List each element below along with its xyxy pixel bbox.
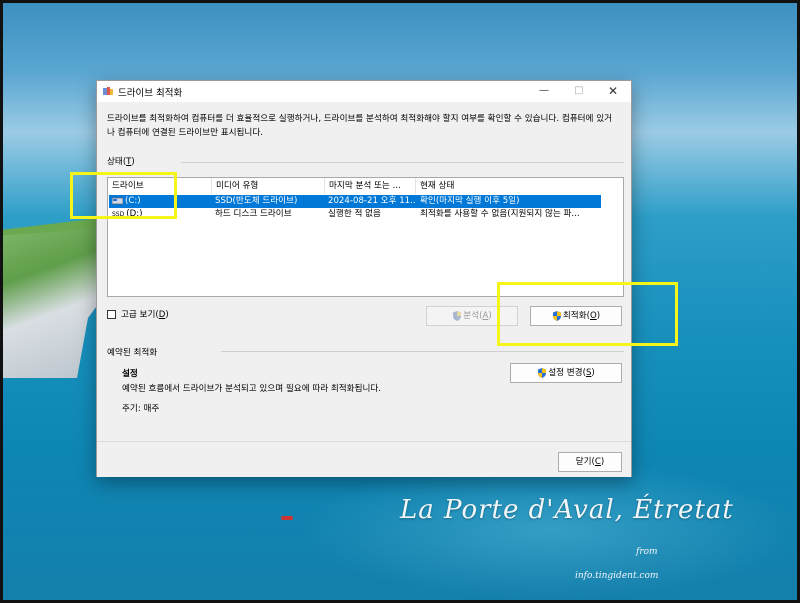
column-last-run[interactable]: 마지막 분석 또는 ... [325, 178, 416, 194]
uac-shield-icon [552, 310, 561, 321]
drive-name: (C:) [125, 196, 141, 206]
minimize-button[interactable]: — [527, 81, 561, 102]
drive-cell: (C:) [112, 195, 208, 208]
uac-shield-icon [538, 367, 547, 378]
change-settings-end: ) [591, 368, 595, 378]
advanced-view-end: ) [165, 310, 169, 320]
scheduled-divider [221, 351, 624, 352]
optimize-key: O [589, 311, 597, 321]
drives-list-header: 드라이브 미디어 유형 마지막 분석 또는 ... 현재 상태 [108, 178, 623, 194]
column-current-status[interactable]: 현재 상태 [416, 178, 623, 194]
drive-icon [112, 197, 123, 204]
maximize-button[interactable]: □ [562, 81, 596, 102]
table-row[interactable]: SSD (D:) 하드 디스크 드라이브 실행한 적 없음 최적화를 사용할 수 … [109, 208, 601, 221]
change-settings-button[interactable]: 설정 변경(S) [510, 363, 622, 383]
optimize-end: ) [596, 311, 601, 321]
last-run-cell: 실행한 적 없음 [328, 209, 381, 219]
media-type-cell: 하드 디스크 드라이브 [215, 209, 292, 219]
frequency-text: 주기: 매주 [122, 404, 160, 414]
analyze-label: 분석( [463, 311, 483, 321]
close-label: 닫기( [575, 457, 595, 467]
settings-title: 설정 [122, 369, 138, 379]
checkbox-box[interactable] [107, 310, 116, 319]
analyze-end: ) [488, 311, 492, 321]
optimize-label: 최적화( [562, 311, 590, 321]
status-cell: 확인(마지막 실행 이후 5일) [420, 196, 520, 206]
ssd-tag: SSD [112, 211, 125, 218]
window-title: 드라이브 최적화 [118, 88, 183, 99]
drive-name: (D:) [126, 209, 143, 219]
uac-shield-icon [453, 310, 462, 321]
settings-description: 예약된 흐름에서 드라이브가 분석되고 있으며 필요에 따라 최적화됩니다. [122, 384, 382, 394]
advanced-view-label: 고급 보기( [121, 310, 159, 320]
wallpaper-site: info.tingident.com [575, 571, 659, 581]
wallpaper-boat [281, 516, 293, 520]
optimize-button[interactable]: 최적화(O) [530, 306, 622, 326]
intro-text: 드라이브를 최적화하여 컴퓨터를 더 효율적으로 실행하거나, 드라이브를 분석… [107, 114, 613, 138]
change-settings-label: 설정 변경( [548, 368, 586, 378]
column-media-type[interactable]: 미디어 유형 [212, 178, 325, 194]
drives-list[interactable]: 드라이브 미디어 유형 마지막 분석 또는 ... 현재 상태 (C:) SSD… [107, 177, 624, 297]
table-row[interactable]: (C:) SSD(반도체 드라이브) 2024-08-21 오후 11... 확… [109, 195, 601, 208]
wallpaper-from: from [636, 547, 658, 557]
wallpaper-cliff [0, 228, 110, 378]
optimize-drives-window: 드라이브 최적화 — □ ✕ 드라이브를 최적화하여 컴퓨터를 더 효율적으로 … [96, 80, 632, 477]
status-label-end: ) [131, 157, 135, 167]
scheduled-section-label: 예약된 최적화 [107, 348, 158, 358]
drive-cell: SSD (D:) [112, 208, 208, 221]
status-label-text: 상태( [107, 157, 127, 167]
analyze-button[interactable]: 분석(A) [426, 306, 518, 326]
media-type-cell: SSD(반도체 드라이브) [215, 196, 298, 206]
status-cell: 최적화를 사용할 수 없음(지원되지 않는 파... [420, 209, 580, 219]
status-divider [181, 162, 624, 163]
title-bar[interactable]: 드라이브 최적화 — □ ✕ [97, 81, 631, 102]
close-button[interactable]: 닫기(C) [558, 452, 622, 472]
defrag-app-icon [103, 87, 113, 95]
status-section-label: 상태(T) [107, 155, 135, 167]
column-drive[interactable]: 드라이브 [108, 178, 212, 194]
advanced-view-checkbox[interactable]: 고급 보기(D) [107, 308, 169, 320]
wallpaper-caption: La Porte d'Aval, Étretat [400, 495, 734, 525]
wallpaper-sea [300, 460, 800, 600]
dialog-footer [97, 441, 631, 477]
close-window-button[interactable]: ✕ [596, 81, 630, 102]
close-end: ) [600, 457, 605, 467]
last-run-cell: 2024-08-21 오후 11... [328, 196, 416, 206]
